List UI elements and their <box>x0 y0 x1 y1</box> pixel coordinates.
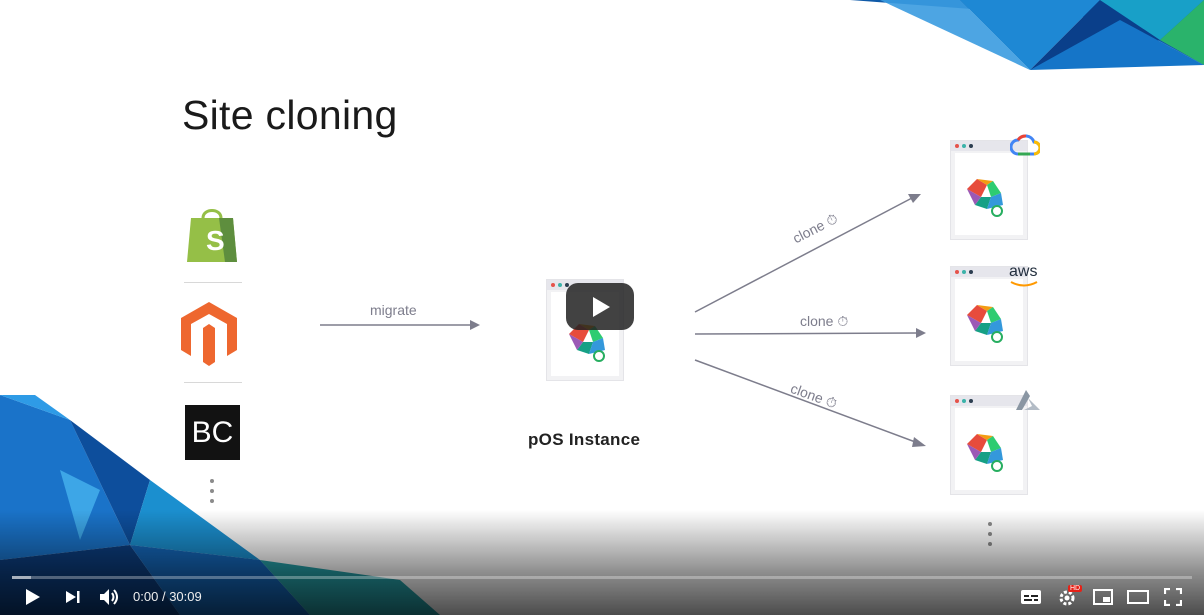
bigcommerce-logo: BC <box>185 405 240 460</box>
aws-text: aws <box>1009 263 1038 280</box>
magento-icon <box>181 302 237 366</box>
azure-icon <box>1016 390 1040 410</box>
theater-icon <box>1127 590 1149 604</box>
next-icon <box>66 591 80 603</box>
google-cloud-icon <box>1009 134 1042 156</box>
time-display: 0:00 / 30:09 <box>133 589 202 604</box>
shopify-bag-icon: S <box>187 209 237 262</box>
current-time: 0:00 <box>133 589 159 604</box>
pos-instance-label: pOS Instance <box>528 430 641 449</box>
volume-icon <box>100 589 118 605</box>
bigcommerce-text: BC <box>191 415 234 449</box>
more-sources-dots <box>210 479 216 509</box>
source-divider <box>184 382 242 383</box>
hd-badge: HD <box>1068 585 1083 592</box>
shopify-logo: S <box>185 204 239 262</box>
subtitles-button[interactable] <box>1018 584 1044 610</box>
miniplayer-button[interactable] <box>1090 584 1116 610</box>
clone-label-middle: clone ⏱ <box>800 313 849 329</box>
play-button[interactable] <box>20 584 46 610</box>
slide-title: Site cloning <box>182 92 398 138</box>
magento-logo <box>181 302 237 366</box>
time-separator: / <box>161 589 166 604</box>
duration: 30:09 <box>169 589 202 604</box>
migrate-label: migrate <box>370 302 417 318</box>
next-button[interactable] <box>60 584 86 610</box>
source-divider <box>184 282 242 283</box>
subtitles-icon <box>1021 590 1041 604</box>
aws-smile-icon <box>1010 281 1038 287</box>
progress-loaded <box>12 576 31 579</box>
play-icon <box>593 297 610 317</box>
settings-button[interactable]: HD <box>1054 584 1084 610</box>
play-icon <box>26 589 40 605</box>
fullscreen-button[interactable] <box>1160 584 1186 610</box>
google-cloud-logo <box>1009 134 1042 161</box>
large-play-button[interactable] <box>566 283 634 330</box>
video-player[interactable]: Site cloning S BC migrate pOS Instance c… <box>0 0 1204 615</box>
chameleon-logo-icon <box>967 305 1003 343</box>
azure-logo <box>1012 390 1042 417</box>
theater-mode-button[interactable] <box>1125 584 1151 610</box>
timer-icon: ⏱ <box>837 313 849 329</box>
svg-text:S: S <box>206 225 225 256</box>
aws-logo: aws <box>1009 263 1043 289</box>
chameleon-logo-icon <box>967 434 1003 472</box>
chameleon-logo-icon <box>967 179 1003 217</box>
miniplayer-icon <box>1093 589 1113 605</box>
fullscreen-icon <box>1164 588 1182 606</box>
progress-bar[interactable] <box>12 576 1192 579</box>
volume-button[interactable] <box>96 584 124 610</box>
